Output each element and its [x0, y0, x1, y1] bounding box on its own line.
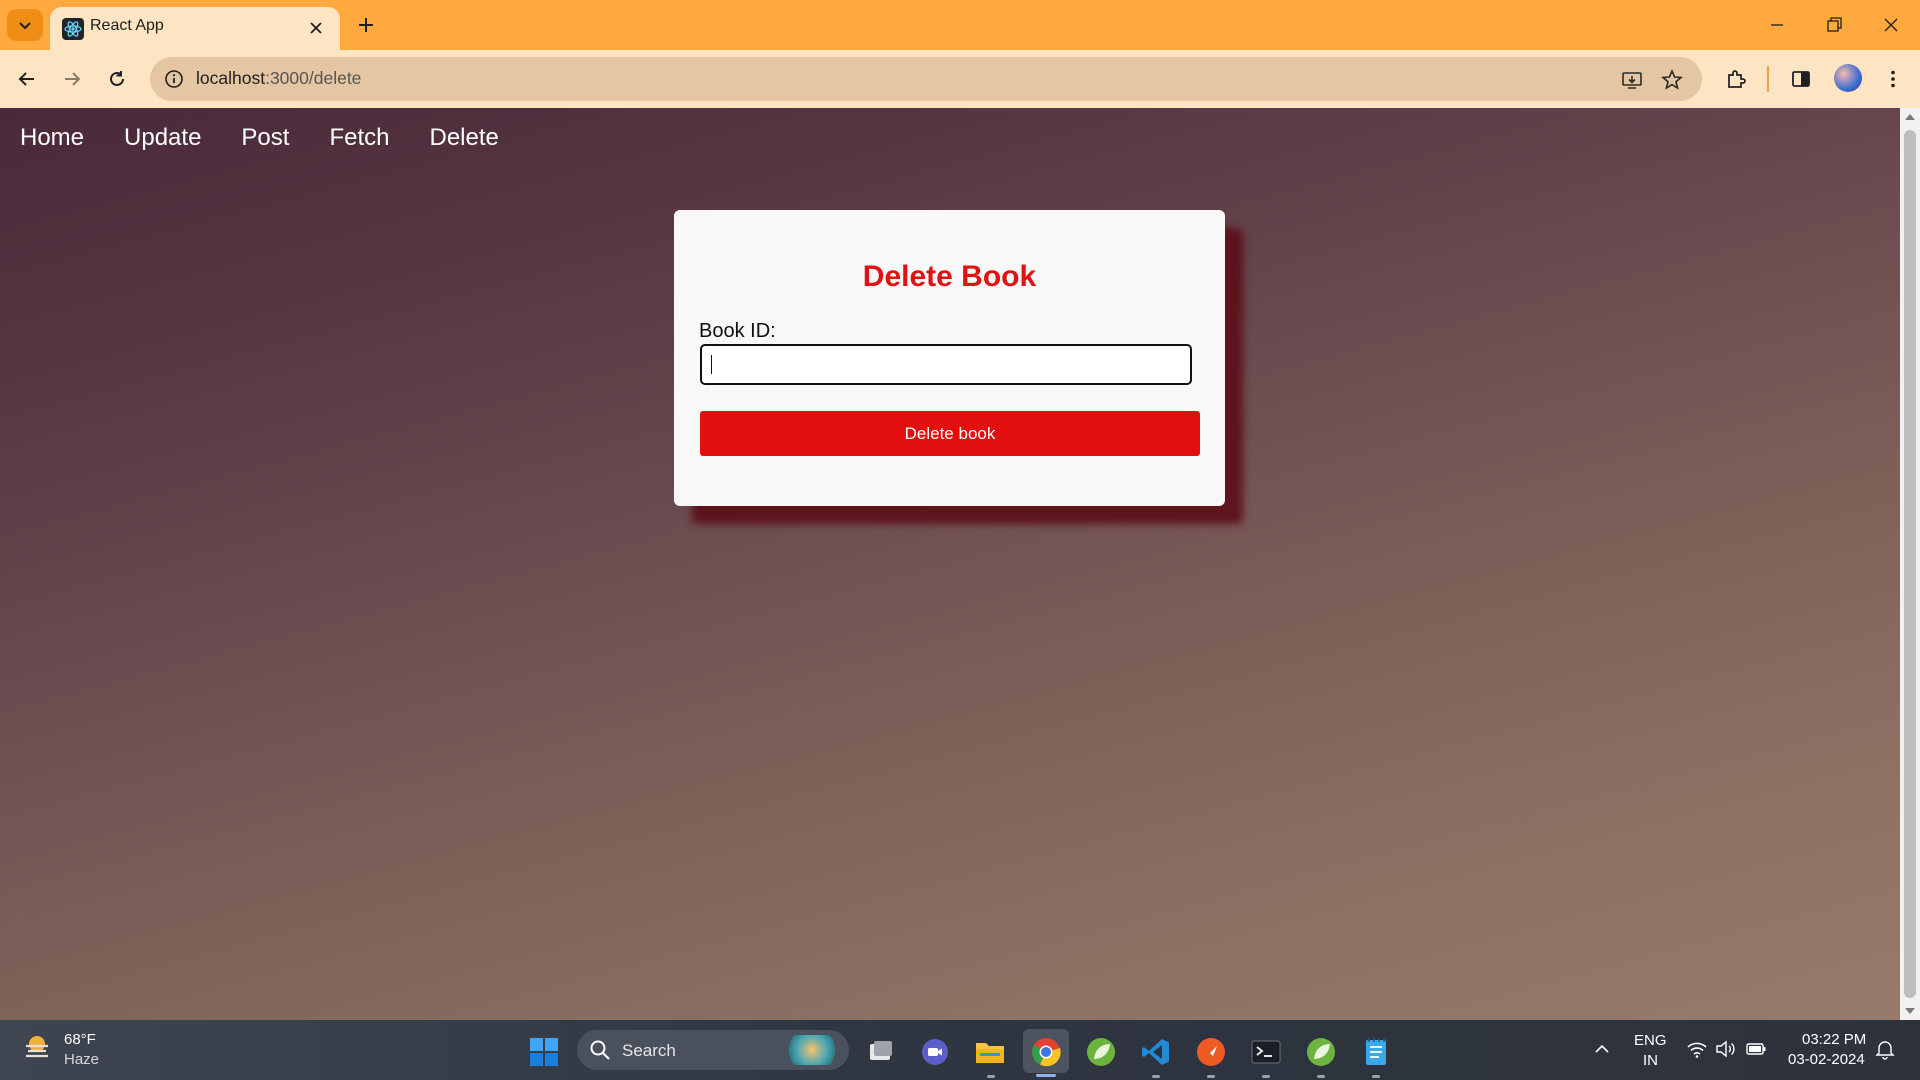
windows-taskbar: 68°F Haze Search ENG IN 03:22 PM 03-02-2…	[0, 1020, 1920, 1080]
url-host: localhost	[196, 68, 266, 88]
postman-icon	[1197, 1038, 1225, 1066]
video-call-icon	[922, 1039, 948, 1065]
meet-app-button[interactable]	[918, 1035, 952, 1069]
extensions-button[interactable]	[1721, 64, 1751, 94]
arrow-right-icon	[65, 72, 81, 86]
chrome-taskbar-button[interactable]	[1029, 1035, 1063, 1069]
wifi-icon[interactable]	[1686, 1038, 1708, 1060]
minimize-icon[interactable]	[1762, 10, 1792, 40]
leaf-app-icon	[1087, 1038, 1115, 1066]
windows-logo-icon	[530, 1038, 558, 1066]
language-indicator[interactable]: ENG	[1634, 1032, 1667, 1049]
notepad-button[interactable]	[1359, 1035, 1393, 1069]
chrome-icon	[1032, 1038, 1061, 1067]
running-indicator	[1262, 1075, 1270, 1078]
tab-search-button[interactable]	[7, 9, 43, 41]
volume-icon[interactable]	[1714, 1038, 1736, 1060]
vscode-icon	[1142, 1039, 1169, 1065]
profile-avatar[interactable]	[1834, 64, 1862, 92]
clock-time[interactable]: 03:22 PM	[1802, 1031, 1866, 1048]
kebab-menu-icon	[1891, 70, 1895, 88]
weather-temperature[interactable]: 68°F	[64, 1031, 96, 1048]
side-panel-button[interactable]	[1786, 64, 1816, 94]
book-id-input[interactable]	[700, 344, 1192, 385]
url-text[interactable]: localhost:3000/delete	[196, 68, 361, 89]
chevron-up-icon[interactable]	[1591, 1038, 1613, 1060]
file-explorer-button[interactable]	[973, 1035, 1007, 1069]
delete-book-card: Delete Book Book ID: Delete book	[674, 210, 1225, 506]
nav-link-post[interactable]: Post	[241, 124, 289, 152]
chevron-down-icon	[19, 22, 31, 30]
start-button[interactable]	[527, 1035, 561, 1069]
new-tab-icon[interactable]	[353, 12, 379, 38]
nav-link-home[interactable]: Home	[20, 124, 84, 152]
delete-book-button[interactable]: Delete book	[700, 411, 1200, 456]
page-viewport: Home Update Post Fetch Delete Delete Boo…	[0, 108, 1900, 1020]
url-path: :3000/delete	[265, 68, 362, 88]
browser-toolbar: localhost:3000/delete	[0, 50, 1920, 108]
browser-tab[interactable]: React App	[50, 7, 340, 50]
reload-icon	[110, 71, 124, 86]
running-indicator	[1317, 1075, 1325, 1078]
folder-icon	[976, 1043, 1004, 1063]
weather-condition[interactable]: Haze	[64, 1051, 99, 1068]
terminal-icon	[1251, 1040, 1281, 1064]
reload-button[interactable]	[102, 64, 132, 94]
nav-link-fetch[interactable]: Fetch	[329, 124, 389, 152]
postman-button[interactable]	[1194, 1035, 1228, 1069]
site-info-icon[interactable]	[164, 69, 184, 89]
react-favicon-icon	[62, 18, 84, 40]
forward-button[interactable]	[57, 64, 87, 94]
bookmark-star-icon[interactable]	[1660, 68, 1684, 92]
scroll-down-arrow-icon[interactable]	[1905, 1008, 1915, 1014]
close-tab-icon[interactable]	[306, 18, 326, 38]
puzzle-icon	[1728, 70, 1746, 88]
arrow-left-icon	[18, 72, 34, 86]
browser-menu-button[interactable]	[1878, 64, 1908, 94]
notification-bell-icon[interactable]	[1874, 1038, 1896, 1060]
nav-link-delete[interactable]: Delete	[429, 124, 498, 152]
close-window-icon[interactable]	[1876, 10, 1906, 40]
taskbar-search[interactable]: Search	[577, 1030, 849, 1070]
search-icon	[590, 1040, 610, 1060]
tab-title: React App	[90, 17, 164, 34]
clock-date[interactable]: 03-02-2024	[1788, 1051, 1865, 1068]
book-id-label: Book ID:	[699, 320, 776, 342]
leaf-app-icon	[1307, 1038, 1335, 1066]
page-scrollbar[interactable]	[1900, 108, 1920, 1020]
running-indicator	[1207, 1075, 1215, 1078]
haze-weather-icon[interactable]	[22, 1032, 52, 1062]
side-panel-icon	[1792, 71, 1810, 87]
task-view-icon	[870, 1041, 892, 1060]
install-app-icon[interactable]	[1620, 68, 1644, 92]
toolbar-separator	[1767, 66, 1769, 92]
scroll-thumb[interactable]	[1904, 130, 1916, 998]
active-app-indicator	[1036, 1074, 1056, 1077]
back-button[interactable]	[12, 64, 42, 94]
running-indicator	[1372, 1075, 1380, 1078]
browser-tab-bar: React App	[0, 0, 1920, 50]
task-view-button[interactable]	[864, 1035, 898, 1069]
running-indicator	[987, 1075, 995, 1078]
search-highlight-icon	[783, 1035, 841, 1065]
battery-icon[interactable]	[1745, 1038, 1767, 1060]
region-indicator[interactable]: IN	[1643, 1052, 1658, 1069]
restore-icon[interactable]	[1819, 10, 1849, 40]
top-nav: Home Update Post Fetch Delete	[20, 124, 539, 152]
text-caret	[711, 355, 712, 374]
notepad-icon	[1366, 1038, 1386, 1065]
spring-tool-button-2[interactable]	[1304, 1035, 1338, 1069]
search-placeholder: Search	[622, 1041, 676, 1060]
form-heading: Delete Book	[862, 260, 1037, 293]
spring-tool-button-1[interactable]	[1084, 1035, 1118, 1069]
address-bar[interactable]: localhost:3000/delete	[150, 57, 1702, 101]
nav-link-update[interactable]: Update	[124, 124, 201, 152]
terminal-button[interactable]	[1249, 1035, 1283, 1069]
vscode-button[interactable]	[1139, 1035, 1173, 1069]
running-indicator	[1152, 1075, 1160, 1078]
scroll-up-arrow-icon[interactable]	[1905, 114, 1915, 120]
